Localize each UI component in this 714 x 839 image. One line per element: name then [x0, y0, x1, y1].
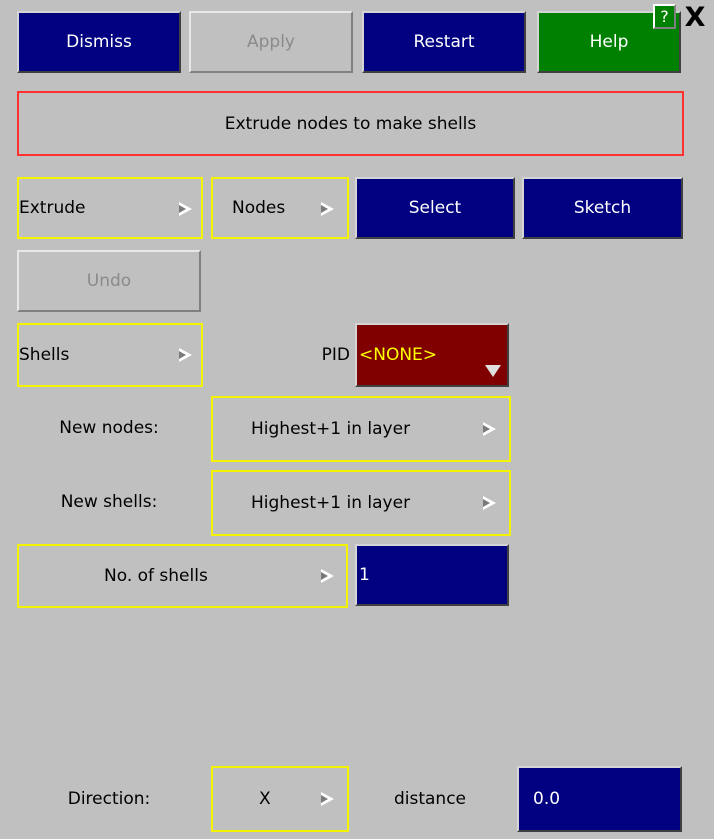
close-icon[interactable]: X: [680, 1, 710, 33]
dropdown-arrow-icon: [483, 496, 496, 510]
pid-popup-arrow-icon: [485, 365, 501, 377]
extrude-mode-dropdown[interactable]: Extrude: [17, 177, 203, 239]
new-shells-label: New shells:: [17, 470, 201, 534]
restart-label: Restart: [413, 32, 475, 52]
select-button[interactable]: Select: [355, 177, 515, 239]
apply-button[interactable]: Apply: [189, 11, 353, 73]
pid-value: <NONE>: [359, 345, 438, 365]
dismiss-label: Dismiss: [66, 32, 132, 52]
new-nodes-label: New nodes:: [17, 396, 201, 460]
question-glyph: ?: [660, 7, 669, 26]
sketch-button[interactable]: Sketch: [522, 177, 683, 239]
new-nodes-value: Highest+1 in layer: [251, 419, 411, 439]
new-nodes-dropdown[interactable]: Highest+1 in layer: [211, 396, 511, 462]
undo-label: Undo: [86, 271, 132, 291]
no-of-shells-dropdown[interactable]: No. of shells: [17, 544, 348, 608]
apply-label: Apply: [247, 32, 295, 52]
undo-button[interactable]: Undo: [17, 250, 201, 312]
no-of-shells-value: 1: [359, 565, 370, 585]
dropdown-arrow-icon: [321, 792, 334, 806]
dropdown-arrow-icon: [321, 569, 334, 583]
direction-label-text: Direction:: [67, 789, 151, 809]
direction-label: Direction:: [17, 766, 201, 832]
dropdown-arrow-icon: [321, 202, 334, 216]
no-of-shells-input[interactable]: 1: [355, 544, 509, 606]
distance-input[interactable]: 0.0: [517, 766, 682, 832]
help-label: Help: [589, 32, 629, 52]
pid-selector[interactable]: <NONE>: [355, 323, 509, 387]
distance-label-text: distance: [393, 789, 467, 809]
output-type-label: Shells: [19, 345, 70, 365]
restart-button[interactable]: Restart: [362, 11, 526, 73]
new-nodes-label-text: New nodes:: [59, 418, 159, 438]
panel-title-text: Extrude nodes to make shells: [224, 113, 477, 134]
pid-label-text: PID: [321, 345, 350, 365]
new-shells-label-text: New shells:: [60, 492, 158, 512]
pid-label: PID: [300, 323, 350, 387]
select-label: Select: [408, 198, 462, 218]
new-shells-dropdown[interactable]: Highest+1 in layer: [211, 470, 511, 536]
dropdown-arrow-icon: [179, 348, 192, 362]
entity-type-label: Nodes: [232, 198, 286, 218]
direction-dropdown[interactable]: X: [211, 766, 349, 832]
distance-value: 0.0: [533, 789, 561, 809]
question-icon[interactable]: ?: [653, 4, 676, 29]
close-glyph: X: [684, 1, 706, 33]
new-shells-value: Highest+1 in layer: [251, 493, 411, 513]
direction-value: X: [259, 789, 271, 809]
distance-label: distance: [355, 766, 505, 832]
dismiss-button[interactable]: Dismiss: [17, 11, 181, 73]
entity-type-dropdown[interactable]: Nodes: [211, 177, 349, 239]
sketch-label: Sketch: [573, 198, 632, 218]
extrude-mode-label: Extrude: [19, 198, 86, 218]
panel-title: Extrude nodes to make shells: [17, 91, 684, 156]
no-of-shells-label: No. of shells: [104, 566, 208, 586]
output-type-dropdown[interactable]: Shells: [17, 323, 203, 387]
dropdown-arrow-icon: [179, 202, 192, 216]
dropdown-arrow-icon: [483, 422, 496, 436]
